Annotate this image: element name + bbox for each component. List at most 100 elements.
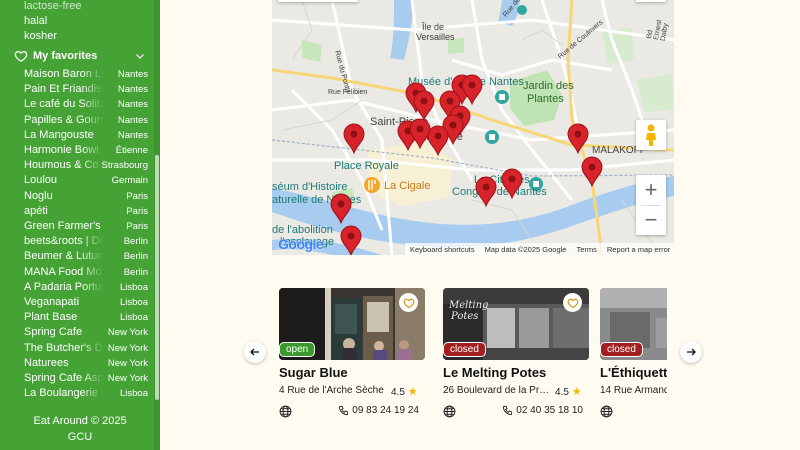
- restaurant-map-pin[interactable]: [475, 176, 497, 208]
- favorite-item-city: New York: [105, 357, 148, 369]
- svg-text:Potes: Potes: [450, 311, 478, 322]
- favorite-item-name: Veganapati: [24, 296, 80, 308]
- favorite-item-city: Paris: [124, 205, 148, 217]
- favorite-item-name: Houmous & Co: [24, 159, 99, 172]
- favorite-item[interactable]: Houmous & Co Strasbourg: [24, 159, 148, 174]
- favorite-item[interactable]: beets&roots | Do Berlin: [24, 235, 148, 250]
- carousel-next-button[interactable]: [680, 341, 702, 363]
- carousel-prev-button[interactable]: [244, 341, 266, 363]
- star-icon: ★: [571, 386, 582, 398]
- favorite-item-city: Nantes: [115, 84, 148, 96]
- restaurant-map-pin[interactable]: [330, 193, 352, 225]
- favorite-item[interactable]: apéti Paris: [24, 205, 148, 220]
- globe-icon[interactable]: [279, 405, 292, 418]
- terms-link[interactable]: Terms: [576, 245, 596, 254]
- report-map-error-link[interactable]: Report a map error: [607, 245, 670, 254]
- diet-option-halal[interactable]: halal: [24, 15, 47, 27]
- favorite-item-name: Loulou: [24, 174, 58, 187]
- restaurant-name[interactable]: Sugar Blue: [279, 365, 348, 380]
- favorite-item[interactable]: Loulou Germain: [24, 174, 148, 189]
- restaurant-map-pin[interactable]: [567, 123, 589, 155]
- favorite-item[interactable]: MANA Food Mo Berlin: [24, 266, 148, 281]
- phone-link[interactable]: 09 83 24 19 24: [338, 405, 419, 416]
- rating-value: 4.5: [391, 387, 405, 398]
- favorite-item[interactable]: Harmonie Bowl Étienne: [24, 144, 148, 159]
- restaurant-card[interactable]: closed L'Éthiquette 14 Rue Armand Brossa…: [596, 285, 667, 425]
- favorite-item-name: Naturees: [24, 356, 69, 369]
- diet-option-kosher[interactable]: kosher: [24, 30, 57, 42]
- restaurant-card[interactable]: Melting Potes closed Le Melting Potes 26…: [439, 285, 589, 425]
- chevron-down-icon[interactable]: [134, 50, 146, 62]
- favorite-toggle-button[interactable]: [563, 293, 582, 312]
- favorite-item[interactable]: Maison Baron Le Nantes: [24, 68, 148, 83]
- footer-gcu-link[interactable]: GCU: [0, 431, 160, 443]
- favorite-item[interactable]: Plant Base Lisboa: [24, 311, 148, 326]
- favorite-toggle-button[interactable]: [399, 293, 418, 312]
- favorite-item[interactable]: Veganapati Lisboa: [24, 296, 148, 311]
- restaurant-card[interactable]: open Sugar Blue 4 Rue de l'Arche Sèche 4…: [275, 285, 425, 425]
- map-pins: [330, 74, 603, 255]
- diet-option-lactose-free[interactable]: lactose-free: [24, 0, 81, 12]
- favorites-title: My favorites: [33, 50, 98, 62]
- favorite-item-city: Lisboa: [118, 297, 148, 308]
- restaurant-map-pin[interactable]: [461, 74, 483, 106]
- restaurant-carousel[interactable]: open Sugar Blue 4 Rue de l'Arche Sèche 4…: [275, 285, 667, 425]
- zoom-out-button[interactable]: −: [636, 205, 666, 235]
- favorite-item-city: Lisboa: [118, 388, 148, 400]
- favorite-item-name: Noglu: [24, 189, 53, 202]
- restaurant-map-pin[interactable]: [340, 225, 362, 255]
- restaurant-map-pin[interactable]: [581, 156, 603, 188]
- map[interactable]: Île de Versailles Musée d'arts de Nantes…: [272, 0, 674, 255]
- favorite-item[interactable]: Spring Cafe New York: [24, 326, 148, 341]
- restaurant-map-pin[interactable]: [501, 168, 523, 200]
- favorite-item[interactable]: Pain Et Friandise Nantes: [24, 83, 148, 98]
- restaurant-rating: 4.5 ★: [391, 385, 418, 398]
- heart-outline-icon: [403, 298, 414, 308]
- restaurant-name[interactable]: Le Melting Potes: [443, 365, 546, 380]
- favorite-item-name: apéti: [24, 204, 48, 217]
- restaurant-map-pin[interactable]: [343, 123, 365, 155]
- favorite-item[interactable]: Noglu Paris: [24, 190, 148, 205]
- arrow-right-icon: [687, 348, 696, 356]
- favorites-section-header[interactable]: My favorites: [14, 48, 152, 64]
- favorite-item-city: Paris: [124, 190, 148, 202]
- favorite-item-name: Le café du Solitaire: [24, 98, 104, 111]
- favorite-item[interactable]: Le café du Solitaire Nantes: [24, 98, 148, 113]
- google-logo[interactable]: Google: [278, 236, 324, 252]
- zoom-in-button[interactable]: +: [636, 175, 666, 205]
- globe-icon[interactable]: [600, 405, 613, 418]
- favorite-item[interactable]: Naturees New York: [24, 357, 148, 372]
- restaurant-map-pin[interactable]: [413, 90, 435, 122]
- globe-icon[interactable]: [443, 405, 456, 418]
- phone-link[interactable]: 02 40 35 18 10: [502, 405, 583, 416]
- rating-value: 4.5: [555, 387, 569, 398]
- zoom-control: + −: [636, 175, 666, 235]
- favorite-item[interactable]: The Butcher's DaughterNew York: [24, 342, 148, 357]
- favorite-item-name: beets&roots | Do: [24, 235, 104, 248]
- favorite-item[interactable]: Beumer & Lutum Berlin: [24, 250, 148, 265]
- svg-text:Melting: Melting: [448, 300, 488, 311]
- map-type-control[interactable]: [278, 0, 358, 2]
- favorite-item-city: Étienne: [113, 145, 148, 156]
- favorite-item[interactable]: Papilles & Gourmandises Nantes: [24, 114, 148, 129]
- restaurant-address: 4 Rue de l'Arche Sèche: [279, 385, 384, 396]
- fullscreen-button[interactable]: [636, 0, 666, 2]
- favorite-item[interactable]: Spring Cafe AspenNew York: [24, 372, 148, 387]
- restaurant-map-pin[interactable]: [409, 118, 431, 150]
- favorite-item[interactable]: La Boulangerie de Lisboa: [24, 387, 148, 402]
- favorite-item[interactable]: La Mangouste Nantes: [24, 129, 148, 144]
- favorite-item[interactable]: Green Farmer's Paris: [24, 220, 148, 235]
- restaurant-map-pin[interactable]: [427, 125, 449, 157]
- favorite-item[interactable]: A Padaria Portuguesa Lisboa: [24, 281, 148, 296]
- favorite-item-city: New York: [105, 373, 148, 384]
- restaurant-address: 26 Boulevard de la Prairie au Duc: [443, 385, 553, 396]
- restaurant-name[interactable]: L'Éthiquette: [600, 365, 667, 380]
- favorite-item-name: Plant Base: [24, 311, 78, 324]
- favorite-item-city: Nantes: [115, 69, 148, 80]
- map-attribution: Keyboard shortcuts Map data ©2025 Google…: [405, 243, 674, 255]
- street-view-pegman[interactable]: [636, 120, 666, 150]
- keyboard-shortcuts-link[interactable]: Keyboard shortcuts: [410, 245, 475, 254]
- sidebar-scrollbar-thumb[interactable]: [155, 155, 159, 400]
- phone-icon: [339, 405, 349, 416]
- favorite-item-name: MANA Food Mo: [24, 265, 102, 278]
